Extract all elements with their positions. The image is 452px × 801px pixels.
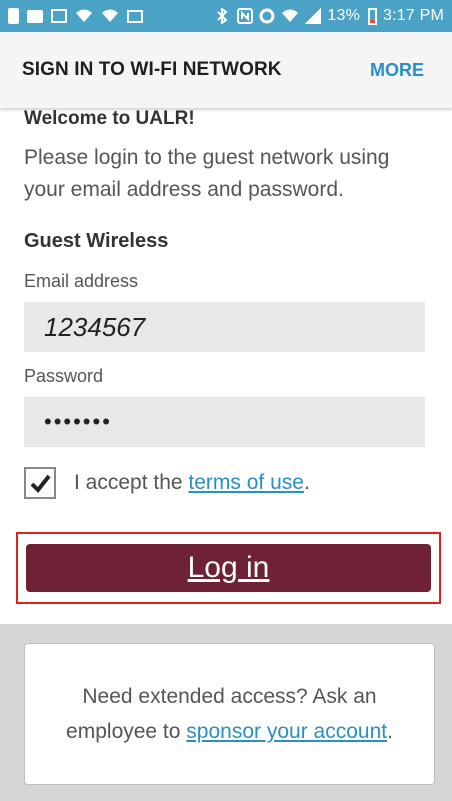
signal-icon	[305, 8, 322, 24]
intro-text: Please login to the guest network using …	[24, 146, 390, 201]
accept-terms-text: I accept the terms of use.	[74, 471, 310, 495]
sim-icon	[8, 8, 19, 24]
extended-access-suffix: .	[387, 720, 393, 743]
sync-icon	[259, 8, 275, 24]
status-right-icons: 13% 3:17 PM	[215, 7, 444, 25]
battery-icon	[368, 7, 377, 25]
section-title: Guest Wireless	[24, 230, 169, 252]
accept-terms-checkbox[interactable]	[24, 467, 56, 499]
terms-of-use-link[interactable]: terms of use	[188, 471, 304, 494]
more-button[interactable]: MORE	[370, 60, 424, 81]
battery-percent: 13%	[327, 7, 360, 24]
wifi-icon	[101, 8, 119, 24]
email-field[interactable]: 1234567	[24, 302, 425, 352]
login-button[interactable]: Log in	[26, 544, 431, 592]
app-bar: SIGN IN TO WI-FI NETWORK MORE	[0, 32, 452, 108]
accept-terms-row: I accept the terms of use.	[24, 467, 428, 499]
extended-access-text: Need extended access? Ask an employee to…	[45, 679, 414, 749]
clock: 3:17 PM	[383, 7, 444, 24]
login-button-highlight: Log in	[16, 532, 441, 604]
status-left-icons	[8, 8, 143, 24]
page-title: SIGN IN TO WI-FI NETWORK	[22, 59, 282, 80]
accept-suffix: .	[303, 471, 310, 494]
checkmark-icon	[30, 474, 51, 494]
password-field[interactable]: •••••••	[24, 397, 425, 447]
mail-icon	[127, 9, 143, 23]
extended-access-card: Need extended access? Ask an employee to…	[24, 643, 435, 785]
wifi-calling-icon	[281, 8, 299, 24]
chat-icon	[27, 9, 43, 23]
status-bar: 13% 3:17 PM	[0, 0, 452, 32]
accept-prefix: I accept the	[74, 471, 189, 494]
wifi-icon	[75, 8, 93, 24]
nfc-icon	[237, 8, 254, 24]
email-label: Email address	[24, 271, 139, 291]
bluetooth-icon	[215, 7, 231, 25]
login-form: Welcome to UALR! Please login to the gue…	[0, 108, 452, 499]
gallery-icon	[51, 9, 67, 23]
sponsor-account-link[interactable]: sponsor your account	[186, 720, 387, 743]
password-label: Password	[24, 366, 104, 386]
welcome-heading: Welcome to UALR!	[24, 108, 195, 129]
